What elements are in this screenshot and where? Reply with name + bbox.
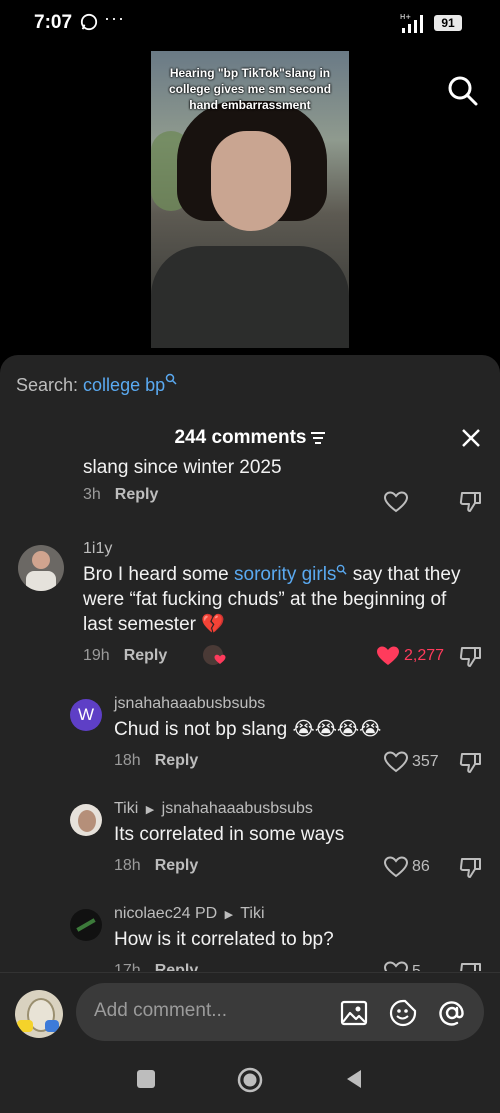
like-count: 86 <box>412 858 430 875</box>
nav-back-icon[interactable] <box>344 1069 364 1089</box>
search-link[interactable]: sorority girls <box>234 564 336 585</box>
dislike-icon[interactable] <box>459 752 483 774</box>
comment-text: Chud is not bp slang 😭😭😭😭 <box>114 719 382 740</box>
reply-to-arrow-icon: ▶ <box>224 909 234 921</box>
reply-to-arrow-icon: ▶ <box>145 804 155 816</box>
comment-text: slang since winter 2025 <box>83 457 282 478</box>
video-preview[interactable]: Hearing "bp TikTok"slang in college give… <box>151 51 349 348</box>
like-count: 357 <box>412 753 439 770</box>
comment-composer-bar: Add comment... <box>0 972 500 1113</box>
avatar[interactable] <box>18 545 64 591</box>
reply-to-username[interactable]: Tiki <box>240 905 264 922</box>
dislike-icon[interactable] <box>459 646 483 668</box>
comment-text: How is it correlated to bp? <box>114 929 334 950</box>
signal-icon: H+ <box>400 13 423 33</box>
comment-time: 18h <box>114 857 141 874</box>
like-count: 2,277 <box>404 647 445 664</box>
reply-to-username[interactable]: jsnahahaaabusbsubs <box>162 800 313 817</box>
filter-icon[interactable] <box>310 431 326 445</box>
video-subject-face <box>211 131 291 231</box>
heart-icon[interactable] <box>384 856 408 878</box>
comment-text-part: Bro I heard some <box>83 564 235 585</box>
reply-button[interactable]: Reply <box>124 647 168 664</box>
my-avatar[interactable] <box>15 990 63 1038</box>
video-caption: Hearing "bp TikTok"slang in college give… <box>168 66 332 112</box>
comment-username[interactable]: jsnahahaaabusbsubs <box>114 695 474 713</box>
search-suggestion[interactable]: Search: college bp <box>16 373 177 396</box>
dislike-icon[interactable] <box>459 491 483 513</box>
comment-text: Bro I heard some sorority girls say that… <box>83 562 473 637</box>
avatar[interactable]: W <box>70 699 102 731</box>
video-subject-body <box>151 246 349 348</box>
comments-count: 244 comments <box>174 427 307 448</box>
nav-home-icon[interactable] <box>236 1066 264 1094</box>
reply-button[interactable]: Reply <box>155 857 199 874</box>
heart-icon[interactable] <box>384 491 408 513</box>
search-prefix: Search: <box>16 375 84 395</box>
reply-button[interactable]: Reply <box>155 962 199 971</box>
comment-username[interactable]: Tiki <box>114 800 138 817</box>
avatar[interactable] <box>70 804 102 836</box>
heart-icon[interactable] <box>384 751 408 773</box>
avatar[interactable] <box>70 909 102 941</box>
battery-indicator: 91 <box>434 15 462 31</box>
comment-input-placeholder: Add comment... <box>94 1000 228 1021</box>
reply-button[interactable]: Reply <box>115 486 159 503</box>
comment-item: slang since winter 2025 3h Reply <box>83 457 483 504</box>
comment-time: 18h <box>114 752 141 769</box>
whatsapp-icon <box>80 13 98 31</box>
comment-time: 3h <box>83 486 101 503</box>
comments-list[interactable]: slang since winter 2025 3h Reply 1i1y Bro… <box>0 455 500 971</box>
comment-item: nicolaec24 PD ▶ Tiki How is it correlate… <box>114 905 474 971</box>
reply-button[interactable]: Reply <box>155 752 199 769</box>
status-time: 7:07 <box>34 12 73 33</box>
comment-time: 17h <box>114 962 141 971</box>
comment-username-row: Tiki ▶ jsnahahaaabusbsubs <box>114 800 474 818</box>
search-icon[interactable] <box>446 74 478 106</box>
comments-header: 244 comments <box>0 427 500 449</box>
comment-username-row: nicolaec24 PD ▶ Tiki <box>114 905 474 923</box>
mention-icon[interactable] <box>438 999 466 1027</box>
status-bar: 7:07 ··· H+ 91 <box>0 0 500 46</box>
comment-time: 19h <box>83 647 110 664</box>
heart-icon[interactable] <box>376 645 400 667</box>
status-more: ··· <box>104 8 125 28</box>
search-term-icon <box>165 373 177 385</box>
image-icon[interactable] <box>340 999 368 1027</box>
comment-input[interactable]: Add comment... <box>76 983 484 1041</box>
dislike-icon[interactable] <box>459 857 483 879</box>
avatar-letter: W <box>77 705 95 724</box>
emoji-icon[interactable] <box>389 999 417 1027</box>
dislike-icon[interactable] <box>459 962 483 971</box>
close-icon[interactable] <box>461 428 481 448</box>
creator-heart-icon <box>214 654 226 664</box>
comment-meta: 3h Reply <box>83 486 483 504</box>
heart-icon[interactable] <box>384 961 408 971</box>
svg-text:H+: H+ <box>400 13 411 21</box>
search-link-icon <box>337 564 348 575</box>
comment-username[interactable]: 1i1y <box>83 540 473 558</box>
comment-text: Its correlated in some ways <box>114 824 345 845</box>
search-term[interactable]: college bp <box>83 375 165 395</box>
comment-username[interactable]: nicolaec24 PD <box>114 905 217 922</box>
like-count: 5 <box>412 963 421 971</box>
nav-square-icon[interactable] <box>136 1069 156 1089</box>
